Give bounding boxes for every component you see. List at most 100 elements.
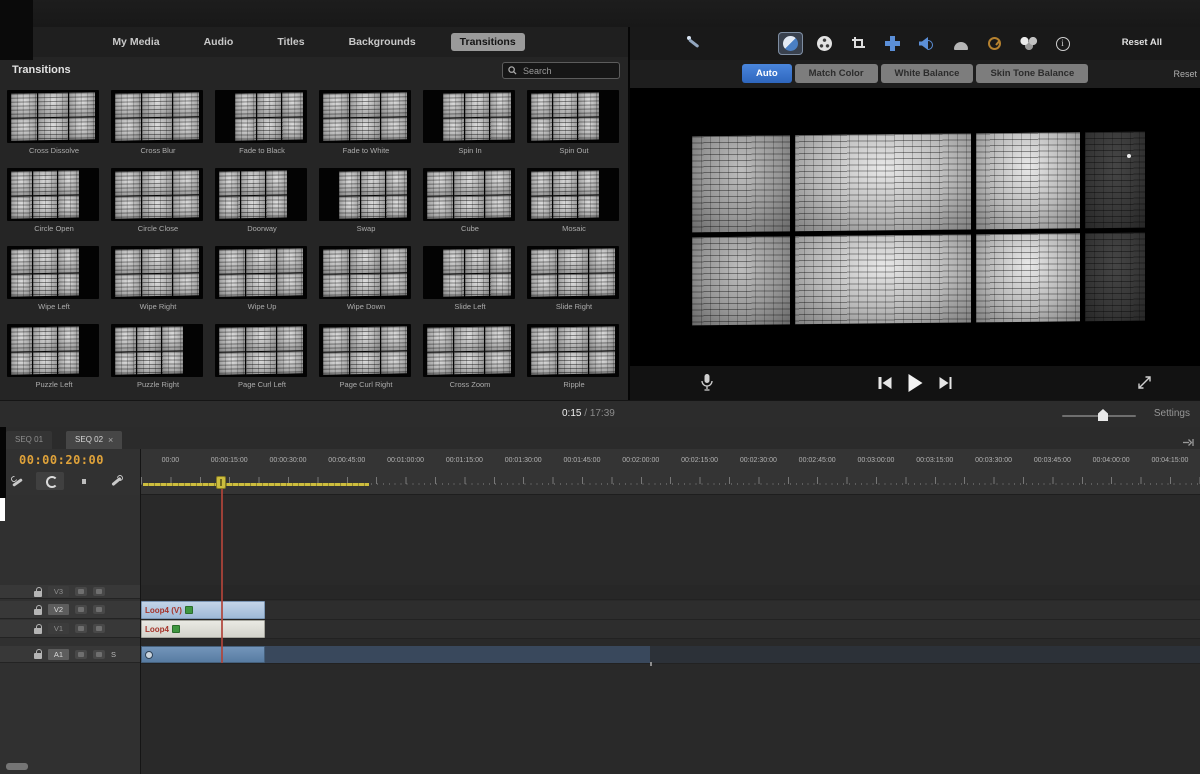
audio-toggle-icon[interactable] [93, 605, 105, 614]
transition-circle-open[interactable]: Circle Open [2, 163, 106, 241]
ruler-label: 00:02:30:00 [729, 457, 788, 464]
speed-icon [988, 37, 1001, 50]
transition-thumbnail [527, 168, 619, 221]
transition-fade-to-white[interactable]: Fade to White [314, 85, 418, 163]
reset-all-button[interactable]: Reset All [1122, 37, 1162, 48]
wrench-tool-button[interactable] [102, 472, 130, 490]
stabilization-button[interactable] [880, 32, 905, 55]
video-toggle-icon[interactable] [75, 587, 87, 596]
noise-reduction-button[interactable] [948, 32, 973, 55]
clip-loop4[interactable]: Loop4 [141, 620, 265, 638]
transition-cross-dissolve[interactable]: Cross Dissolve [2, 85, 106, 163]
audio-toggle-icon[interactable] [93, 650, 105, 659]
wrench-tool-icon [109, 475, 124, 488]
transition-thumbnail [7, 168, 99, 221]
transition-thumbnail [215, 90, 307, 143]
audio-toggle-icon[interactable] [93, 624, 105, 633]
screen-panel [795, 133, 971, 231]
transition-label: Cross Dissolve [2, 146, 106, 155]
lock-icon[interactable] [34, 587, 42, 597]
transition-cube[interactable]: Cube [418, 163, 522, 241]
history-tool-button[interactable] [36, 472, 64, 490]
sequence-tab-seq-01[interactable]: SEQ 01 [6, 431, 52, 449]
next-frame-button[interactable] [939, 377, 952, 389]
media-tab-titles[interactable]: Titles [268, 33, 313, 51]
transition-thumbnail [7, 246, 99, 299]
transition-circle-close[interactable]: Circle Close [106, 163, 210, 241]
transition-swap[interactable]: Swap [314, 163, 418, 241]
color-balance-button[interactable] [778, 32, 803, 55]
transition-thumbnail [7, 90, 99, 143]
playhead-marker[interactable] [216, 476, 226, 489]
video-toggle-icon[interactable] [75, 605, 87, 614]
thumbnail-zoom-slider[interactable] [1062, 409, 1136, 421]
audio-toggle-icon[interactable] [93, 587, 105, 596]
transition-slide-right[interactable]: Slide Right [522, 241, 626, 319]
transition-wipe-down[interactable]: Wipe Down [314, 241, 418, 319]
search-input[interactable] [521, 65, 614, 77]
transition-mosaic[interactable]: Mosaic [522, 163, 626, 241]
skin-tone-balance-button[interactable]: Skin Tone Balance [976, 64, 1088, 83]
lock-icon[interactable] [34, 649, 42, 659]
transition-spin-out[interactable]: Spin Out [522, 85, 626, 163]
effects-button[interactable] [1016, 32, 1041, 55]
horizontal-scrollbar[interactable] [6, 763, 28, 770]
transition-puzzle-right[interactable]: Puzzle Right [106, 319, 210, 397]
transition-slide-left[interactable]: Slide Left [418, 241, 522, 319]
close-icon[interactable]: × [108, 436, 113, 445]
media-tab-transitions[interactable]: Transitions [451, 33, 525, 51]
transition-cross-blur[interactable]: Cross Blur [106, 85, 210, 163]
settings-button[interactable]: Settings [1154, 408, 1190, 419]
transition-page-curl-left[interactable]: Page Curl Left [210, 319, 314, 397]
match-color-button[interactable]: Match Color [795, 64, 878, 83]
volume-button[interactable] [914, 32, 939, 55]
transition-wipe-left[interactable]: Wipe Left [2, 241, 106, 319]
transition-puzzle-left[interactable]: Puzzle Left [2, 319, 106, 397]
transition-doorway[interactable]: Doorway [210, 163, 314, 241]
ruler-labels: 00:0000:00:15:0000:00:30:0000:00:45:0000… [141, 457, 1199, 464]
search-box[interactable] [502, 62, 620, 79]
info-button[interactable] [1050, 32, 1075, 55]
crop-button[interactable] [846, 32, 871, 55]
clip-audio[interactable] [141, 646, 265, 663]
play-button[interactable] [908, 374, 922, 392]
sequence-tab-seq-02[interactable]: SEQ 02× [66, 431, 122, 449]
microphone-icon[interactable] [700, 373, 714, 398]
transition-ripple[interactable]: Ripple [522, 319, 626, 397]
effects-icon [1020, 37, 1038, 50]
transition-preview-art [219, 326, 303, 374]
clip-loop4-v[interactable]: Loop4 (V) [141, 601, 265, 619]
transition-wipe-right[interactable]: Wipe Right [106, 241, 210, 319]
reset-button[interactable]: Reset [1173, 69, 1197, 79]
transition-spin-in[interactable]: Spin In [418, 85, 522, 163]
transition-thumbnail [527, 324, 619, 377]
video-toggle-icon[interactable] [75, 650, 87, 659]
trim-tool-button[interactable] [3, 472, 31, 490]
transition-preview-art [235, 92, 303, 140]
previous-frame-button[interactable] [879, 377, 892, 389]
speed-button[interactable] [982, 32, 1007, 55]
transition-cross-zoom[interactable]: Cross Zoom [418, 319, 522, 397]
transition-fade-to-black[interactable]: Fade to Black [210, 85, 314, 163]
playhead-line[interactable] [221, 478, 223, 663]
media-tab-audio[interactable]: Audio [195, 33, 243, 51]
transition-thumbnail [111, 90, 203, 143]
media-tab-backgrounds[interactable]: Backgrounds [340, 33, 425, 51]
transition-preview-art [219, 248, 303, 296]
lock-icon[interactable] [34, 624, 42, 634]
panel-title: Transitions [12, 64, 71, 76]
white-balance-button[interactable]: White Balance [881, 64, 974, 83]
color-correction-button[interactable] [812, 32, 837, 55]
transition-wipe-up[interactable]: Wipe Up [210, 241, 314, 319]
enhance-wand-icon[interactable] [685, 34, 703, 52]
marker-tool-button[interactable] [69, 472, 97, 490]
timeline-ruler[interactable]: 00:0000:00:15:0000:00:30:0000:00:45:0000… [141, 449, 1200, 495]
ruler-label: 00:02:15:00 [670, 457, 729, 464]
auto-button[interactable]: Auto [742, 64, 792, 83]
expand-icon[interactable] [1137, 375, 1152, 395]
media-tab-my-media[interactable]: My Media [103, 33, 168, 51]
slider-thumb[interactable] [1098, 409, 1108, 421]
video-toggle-icon[interactable] [75, 624, 87, 633]
lock-icon[interactable] [34, 605, 42, 615]
transition-page-curl-right[interactable]: Page Curl Right [314, 319, 418, 397]
